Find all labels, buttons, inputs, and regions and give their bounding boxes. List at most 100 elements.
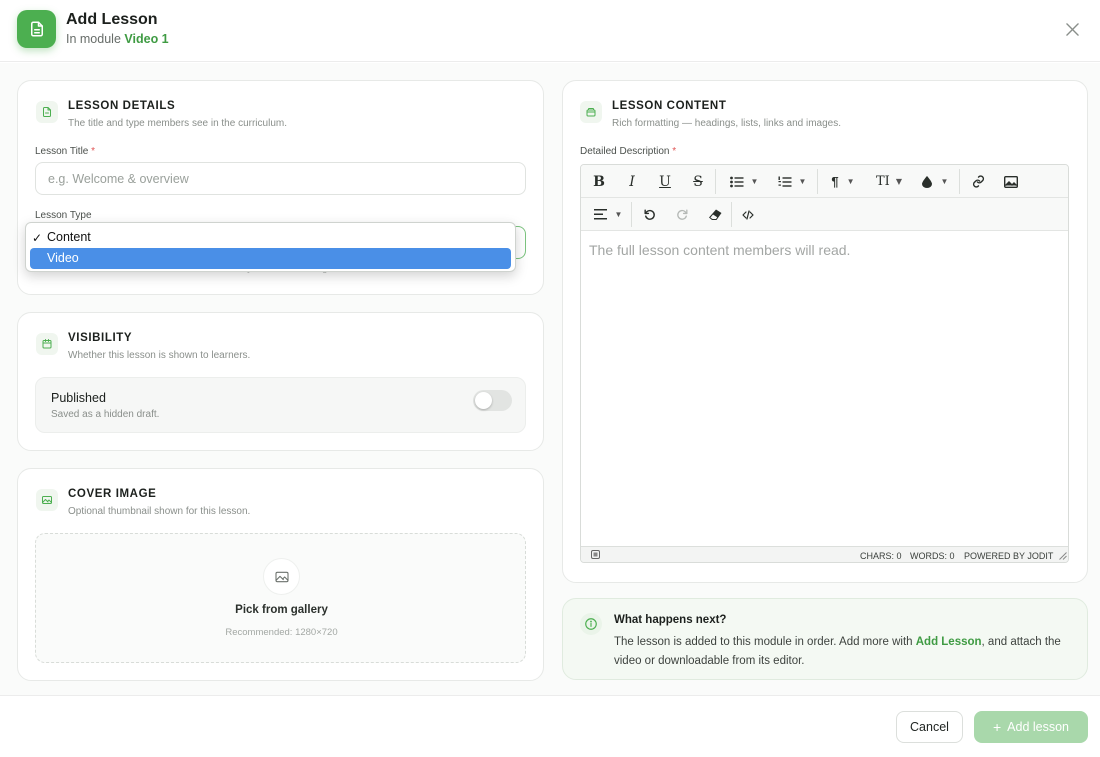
required-mark: * — [91, 146, 96, 157]
align-left-icon — [593, 209, 607, 220]
chevron-down-icon: ▼ — [895, 177, 902, 186]
color-drop-icon — [921, 175, 932, 188]
undo-icon — [643, 209, 655, 220]
editor-toolbar-row-1: B I U S ▼ ▼ ¶ ▼ TI ▼ ▼ — [581, 165, 1068, 198]
lesson-title-label-text: Lesson Title — [35, 146, 89, 157]
chevron-down-icon: ▼ — [846, 177, 855, 186]
eraser-icon — [709, 209, 722, 220]
redo-button[interactable] — [672, 203, 692, 226]
powered-by-jodit[interactable]: POWERED BY JODIT — [964, 551, 1053, 561]
lesson-title-input[interactable] — [35, 162, 526, 195]
italic-button[interactable]: I — [622, 170, 642, 193]
editor-content-area[interactable]: The full lesson content members will rea… — [581, 232, 1068, 546]
pick-from-gallery-label: Pick from gallery — [235, 604, 328, 616]
modal-subtitle: In module Video 1 — [66, 32, 169, 46]
align-button[interactable]: ▼ — [589, 203, 627, 226]
close-button[interactable] — [1062, 19, 1082, 39]
italic-icon: I — [629, 173, 635, 190]
text-color-button[interactable]: ▼ — [917, 170, 953, 193]
strikethrough-button[interactable]: S — [688, 170, 708, 193]
chevron-down-icon: ▼ — [798, 177, 807, 186]
image-button[interactable] — [1001, 170, 1021, 193]
lesson-type-option-video[interactable]: Video — [30, 248, 511, 269]
chevron-down-icon: ▼ — [750, 177, 759, 186]
editor-toolbar-row-2: ▼ — [581, 198, 1068, 231]
source-toggle-icon[interactable] — [591, 550, 600, 561]
file-icon — [36, 101, 58, 123]
cancel-button[interactable]: Cancel — [896, 711, 963, 743]
paragraph-icon: ¶ — [831, 174, 839, 189]
toolbar-separator — [959, 169, 960, 194]
bold-icon: B — [593, 173, 605, 190]
info-title: What happens next? — [614, 614, 727, 626]
image-icon — [36, 489, 58, 511]
words-count: WORDS: 0 — [910, 551, 955, 561]
calendar-icon — [36, 333, 58, 355]
info-text: The lesson is added to this module in or… — [614, 633, 1066, 671]
document-icon — [17, 10, 56, 48]
modal-title: Add Lesson — [66, 11, 158, 28]
plus-icon: + — [992, 719, 1002, 735]
lesson-details-title: LESSON DETAILS — [68, 100, 176, 112]
image-icon — [1004, 175, 1018, 188]
paragraph-button[interactable]: ¶ ▼ — [825, 170, 861, 193]
visibility-title: VISIBILITY — [68, 332, 133, 344]
resize-handle-icon[interactable] — [1059, 552, 1067, 562]
link-button[interactable] — [968, 170, 988, 193]
lesson-content-title: LESSON CONTENT — [612, 100, 727, 112]
add-lesson-label: Add lesson — [1007, 720, 1070, 734]
add-lesson-modal: Add Lesson In module Video 1 LESSON DETA… — [0, 0, 1100, 757]
required-mark: * — [672, 146, 677, 157]
lesson-type-option-content[interactable]: Content — [30, 227, 511, 248]
lesson-type-dropdown: ✓ Content Video — [25, 222, 516, 272]
rich-text-editor: B I U S ▼ ▼ ¶ ▼ TI ▼ ▼ ▼ The full lesson… — [580, 164, 1069, 563]
toolbar-separator — [631, 202, 632, 227]
lesson-type-label: Lesson Type — [35, 210, 92, 221]
subtitle-prefix: In module — [66, 32, 121, 46]
redo-icon — [676, 209, 687, 220]
source-code-button[interactable] — [738, 203, 758, 226]
link-icon — [972, 175, 984, 188]
modal-footer: Cancel + Add lesson — [0, 695, 1100, 757]
toolbar-separator — [715, 169, 716, 194]
published-label: Published — [51, 391, 106, 405]
chars-count: CHARS: 0 — [860, 551, 902, 561]
bulleted-list-button[interactable]: ▼ — [725, 170, 763, 193]
what-happens-next-card: What happens next? The lesson is added t… — [562, 598, 1088, 680]
strikethrough-icon: S — [693, 173, 703, 190]
info-text-before: The lesson is added to this module in or… — [614, 636, 916, 648]
gallery-icon — [263, 558, 300, 595]
modal-header: Add Lesson In module Video 1 — [0, 0, 1100, 62]
bold-button[interactable]: B — [589, 170, 609, 193]
published-sublabel: Saved as a hidden draft. — [51, 409, 160, 420]
cover-image-picker[interactable]: Pick from gallery Recommended: 1280×720 — [35, 533, 526, 663]
numbered-list-button[interactable]: ▼ — [773, 170, 811, 193]
cover-image-title: COVER IMAGE — [68, 488, 157, 500]
add-lesson-button[interactable]: + Add lesson — [974, 711, 1088, 743]
chevron-down-icon: ▼ — [940, 177, 949, 186]
detailed-description-label-text: Detailed Description — [580, 146, 670, 157]
recommended-size: Recommended: 1280×720 — [225, 627, 338, 638]
box-icon — [580, 101, 602, 123]
undo-button[interactable] — [639, 203, 659, 226]
published-toggle[interactable] — [473, 390, 512, 411]
visibility-description: Whether this lesson is shown to learners… — [68, 350, 251, 361]
module-name: Video 1 — [124, 32, 169, 46]
chevron-down-icon: ▼ — [614, 210, 623, 219]
numbered-list-icon — [778, 176, 792, 187]
toolbar-separator — [731, 202, 732, 227]
lesson-title-label: Lesson Title * — [35, 146, 95, 157]
lesson-details-description: The title and type members see in the cu… — [68, 118, 287, 129]
font-size-button[interactable]: TI ▼ — [871, 170, 907, 193]
clear-format-button[interactable] — [705, 203, 725, 226]
lesson-content-description: Rich formatting — headings, lists, links… — [612, 118, 841, 129]
cover-image-description: Optional thumbnail shown for this lesson… — [68, 506, 251, 517]
toggle-knob — [475, 392, 492, 409]
toolbar-separator — [817, 169, 818, 194]
editor-placeholder: The full lesson content members will rea… — [589, 242, 851, 258]
underline-button[interactable]: U — [655, 170, 675, 193]
underline-icon: U — [659, 173, 671, 190]
code-icon — [742, 209, 754, 220]
info-highlight: Add Lesson — [915, 636, 982, 648]
bulleted-list-icon — [729, 176, 744, 187]
